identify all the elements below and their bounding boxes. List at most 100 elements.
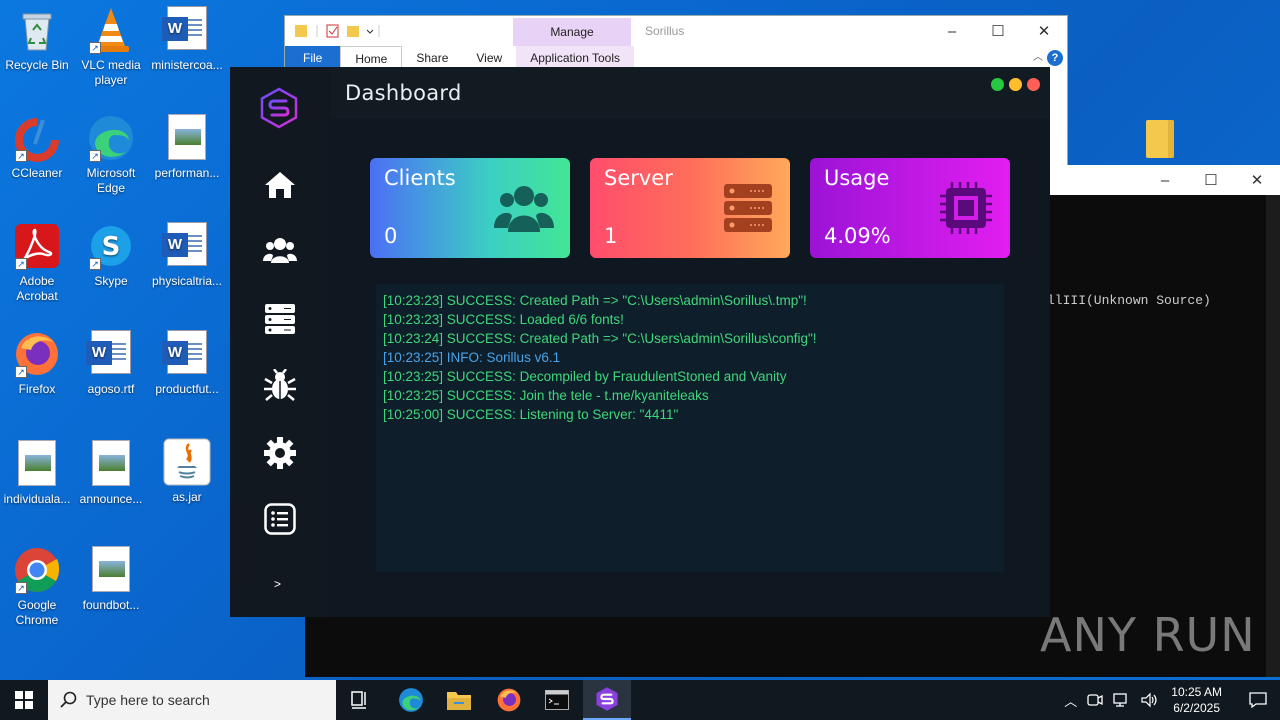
- taskbar-search-box[interactable]: Type here to search: [48, 680, 336, 720]
- firefox-icon: ↗: [13, 330, 61, 378]
- java-icon: [163, 438, 211, 486]
- taskbar-file-explorer-button[interactable]: [435, 680, 483, 720]
- taskbar-sorillus-button[interactable]: [583, 680, 631, 720]
- page-title: Dashboard: [345, 81, 462, 105]
- desktop-icon-label: performan...: [154, 166, 220, 180]
- word-document-icon: W: [162, 6, 211, 54]
- quick-access-toolbar-icon[interactable]: [293, 23, 383, 39]
- desktop-icon-label: ministercoa...: [151, 58, 223, 72]
- explorer-window-title: Sorillus: [645, 24, 685, 38]
- desktop-icon-label: Adobe Acrobat: [16, 274, 58, 303]
- desktop-icon-vlc[interactable]: ↗ VLC media player: [74, 6, 148, 88]
- maximize-button[interactable]: ☐: [1188, 165, 1234, 195]
- desktop-icon-productfut[interactable]: W productfut...: [150, 330, 224, 397]
- anyrun-watermark: ANY RUN: [1040, 608, 1256, 662]
- desktop-icon-label: Microsoft Edge: [86, 166, 136, 195]
- desktop-icon-individuala[interactable]: individuala...: [0, 440, 74, 507]
- desktop-icon-label: foundbot...: [82, 598, 140, 612]
- desktop-icon-edge[interactable]: ↗ Microsoft Edge: [74, 114, 148, 196]
- sidebar-expand-button[interactable]: >: [274, 577, 281, 591]
- show-hidden-icons-icon[interactable]: ︿: [1064, 691, 1077, 710]
- task-view-icon: [351, 691, 366, 709]
- shortcut-arrow-icon: ↗: [89, 258, 101, 270]
- desktop-icon-skype[interactable]: S ↗ Skype: [74, 222, 148, 289]
- log-console[interactable]: [10:23:23] SUCCESS: Created Path => "C:\…: [376, 284, 1004, 572]
- search-icon: [60, 691, 77, 708]
- meet-now-icon[interactable]: [1087, 692, 1103, 708]
- close-button[interactable]: ✕: [1021, 16, 1067, 46]
- desktop-icon-firefox[interactable]: ↗ Firefox: [0, 330, 74, 397]
- close-button[interactable]: ✕: [1234, 165, 1280, 195]
- desktop-icon-foundbot[interactable]: foundbot...: [74, 546, 148, 613]
- document-icon: [87, 546, 135, 594]
- taskbar-clock[interactable]: 10:25 AM 6/2/2025: [1171, 684, 1222, 716]
- sidebar-settings-icon[interactable]: [260, 433, 300, 473]
- maximize-button[interactable]: ☐: [975, 16, 1021, 46]
- desktop-icon-announce[interactable]: announce...: [74, 440, 148, 507]
- usage-card-title: Usage: [824, 166, 890, 190]
- log-line: [10:23:24] SUCCESS: Created Path => "C:\…: [383, 331, 817, 346]
- edge-icon: [399, 688, 423, 712]
- sidebar-server-icon[interactable]: [260, 299, 300, 339]
- desktop-icon-label: physicaltria...: [151, 274, 223, 288]
- taskbar-edge-button[interactable]: [387, 680, 435, 720]
- edge-icon: ↗: [87, 114, 135, 162]
- desktop-icon-agoso[interactable]: W agoso.rtf: [74, 330, 148, 397]
- desktop: Recycle Bin ↗ CCleaner ↗ Adobe Acrobat ↗…: [0, 0, 1280, 680]
- minimize-button[interactable]: –: [1142, 165, 1188, 195]
- notifications-button[interactable]: [1236, 680, 1280, 720]
- shortcut-arrow-icon: ↗: [89, 42, 101, 54]
- desktop-icon-performan[interactable]: performan...: [150, 114, 224, 181]
- help-icon[interactable]: ?: [1047, 50, 1063, 66]
- taskbar-firefox-button[interactable]: [485, 680, 533, 720]
- maximize-dot-button[interactable]: [991, 78, 1004, 91]
- server-card-title: Server: [604, 166, 673, 190]
- clients-card: Clients 0: [370, 158, 570, 258]
- desktop-icon-ministercoa[interactable]: W ministercoa...: [150, 6, 224, 73]
- sorillus-app-window: > Dashboard Clients 0 Server 1 Usage 4.0…: [230, 67, 1050, 617]
- volume-icon[interactable]: [1141, 692, 1159, 708]
- taskbar-console-button[interactable]: [533, 680, 581, 720]
- sidebar-bug-icon[interactable]: [260, 365, 300, 405]
- desktop-icon-as-jar[interactable]: as.jar: [150, 438, 224, 505]
- start-button[interactable]: [0, 680, 48, 720]
- explorer-titlebar[interactable]: Manage Sorillus – ☐ ✕: [285, 16, 1067, 46]
- log-line: [10:23:25] INFO: Sorillus v6.1: [383, 350, 561, 365]
- folder-icon[interactable]: [1146, 120, 1174, 158]
- desktop-icon-physicaltria[interactable]: W physicaltria...: [150, 222, 224, 289]
- sidebar: >: [230, 67, 330, 617]
- server-icon: [714, 182, 774, 234]
- taskbar: Type here to search ︿ 10:25 AM 6/2/2025: [0, 680, 1280, 720]
- document-icon: [87, 440, 135, 488]
- clock-time: 10:25 AM: [1171, 685, 1222, 699]
- desktop-icon-adobe-acrobat[interactable]: ↗ Adobe Acrobat: [0, 222, 74, 304]
- sidebar-home-icon[interactable]: [260, 165, 300, 205]
- close-dot-button[interactable]: [1027, 78, 1040, 91]
- ccleaner-icon: ↗: [13, 114, 61, 162]
- sidebar-clients-icon[interactable]: [260, 230, 300, 270]
- console-scrollbar[interactable]: [1266, 195, 1280, 677]
- sorillus-logo-icon: [258, 87, 300, 129]
- windows-icon: [15, 691, 33, 709]
- desktop-icon-label: CCleaner: [11, 166, 63, 180]
- acrobat-icon: ↗: [13, 222, 61, 270]
- task-view-button[interactable]: [336, 680, 384, 720]
- desktop-icon-recycle-bin[interactable]: Recycle Bin: [0, 6, 74, 73]
- desktop-icon-label: Skype: [94, 274, 128, 288]
- manage-context-tab[interactable]: Manage: [513, 18, 631, 46]
- desktop-icon-ccleaner[interactable]: ↗ CCleaner: [0, 114, 74, 181]
- minimize-dot-button[interactable]: [1009, 78, 1022, 91]
- network-icon[interactable]: [1113, 692, 1131, 708]
- log-line: [10:25:00] SUCCESS: Listening to Server:…: [383, 407, 679, 422]
- shortcut-arrow-icon: ↗: [15, 582, 27, 594]
- shortcut-arrow-icon: ↗: [15, 150, 27, 162]
- clients-card-value: 0: [384, 224, 398, 248]
- desktop-icon-label: individuala...: [3, 492, 71, 506]
- minimize-button[interactable]: –: [929, 16, 975, 46]
- sidebar-logs-icon[interactable]: [260, 499, 300, 539]
- desktop-icon-label: Recycle Bin: [5, 58, 69, 72]
- search-placeholder: Type here to search: [86, 692, 210, 708]
- console-output: llIII(Unknown Source): [1047, 293, 1211, 308]
- app-topbar[interactable]: Dashboard: [330, 67, 1050, 119]
- desktop-icon-google-chrome[interactable]: ↗ Google Chrome: [0, 546, 74, 628]
